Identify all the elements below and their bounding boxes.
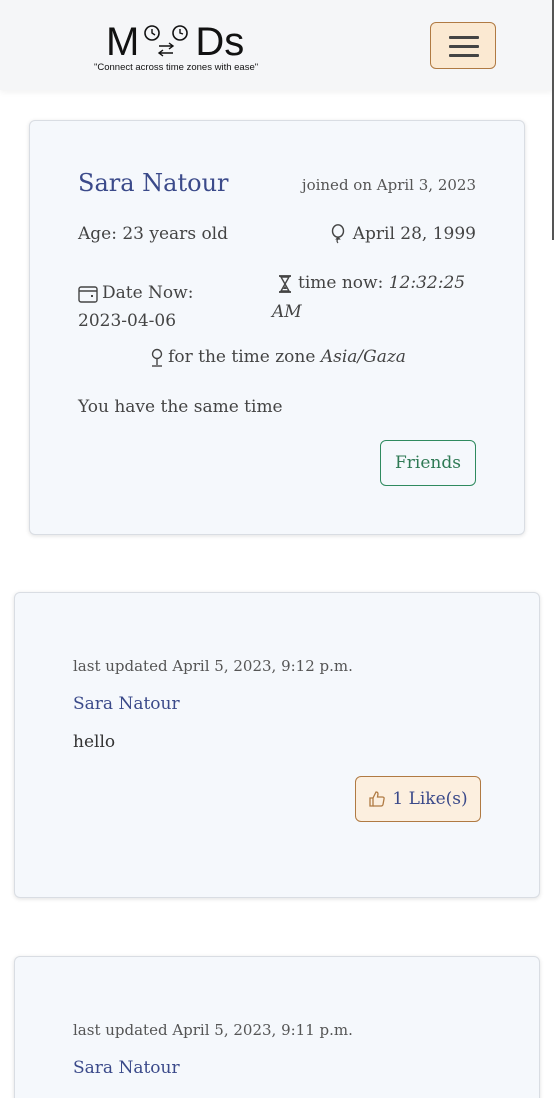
logo-tagline: "Connect across time zones with ease"	[94, 62, 259, 73]
timezone: for the time zone Asia/Gaza	[30, 347, 526, 368]
balloon-icon	[331, 224, 345, 244]
age-text: Age: 23 years old	[78, 224, 228, 244]
calendar-icon	[78, 285, 98, 303]
pin-icon	[150, 348, 164, 368]
date-now-value: 2023-04-06	[78, 311, 177, 331]
post-author[interactable]: Sara Natour	[73, 694, 180, 714]
birthday-value: April 28, 1999	[352, 224, 476, 244]
logo[interactable]: M Ds "Connect across time zones with eas…	[94, 20, 258, 74]
like-button[interactable]: 1 Like(s)	[355, 776, 481, 822]
profile-name[interactable]: Sara Natour	[78, 169, 229, 197]
post-updated: last updated April 5, 2023, 9:12 p.m.	[73, 657, 353, 675]
time-now: time now: 12:32:25 AM	[272, 269, 482, 327]
like-count: 1 Like(s)	[392, 789, 468, 809]
date-now: Date Now: 2023-04-06	[78, 279, 238, 335]
clocks-arrows-icon	[144, 25, 189, 57]
friends-button[interactable]: Friends	[380, 440, 476, 486]
profile-card: Sara Natour joined on April 3, 2023 Age:…	[29, 120, 525, 535]
post-card: last updated April 5, 2023, 9:11 p.m. Sa…	[14, 956, 540, 1098]
same-time-text: You have the same time	[78, 397, 283, 417]
timezone-label: for the time zone	[168, 347, 316, 367]
post-body: hello	[73, 732, 116, 752]
post-card: last updated April 5, 2023, 9:12 p.m. Sa…	[14, 592, 540, 898]
joined-date: joined on April 3, 2023	[301, 176, 476, 194]
hamburger-icon	[449, 36, 479, 39]
time-now-label: time now:	[298, 273, 384, 293]
navbar: M Ds "Connect across time zones with eas…	[0, 0, 554, 90]
hourglass-icon	[278, 274, 292, 293]
post-updated: last updated April 5, 2023, 9:11 p.m.	[73, 1021, 353, 1039]
birthday: April 28, 1999	[331, 224, 476, 244]
date-now-label: Date Now:	[102, 283, 194, 303]
logo-wordmark: M Ds	[106, 20, 245, 64]
menu-toggle-button[interactable]	[430, 22, 496, 69]
timezone-value: Asia/Gaza	[320, 347, 406, 367]
thumbs-up-icon	[368, 790, 386, 808]
post-author[interactable]: Sara Natour	[73, 1058, 180, 1078]
